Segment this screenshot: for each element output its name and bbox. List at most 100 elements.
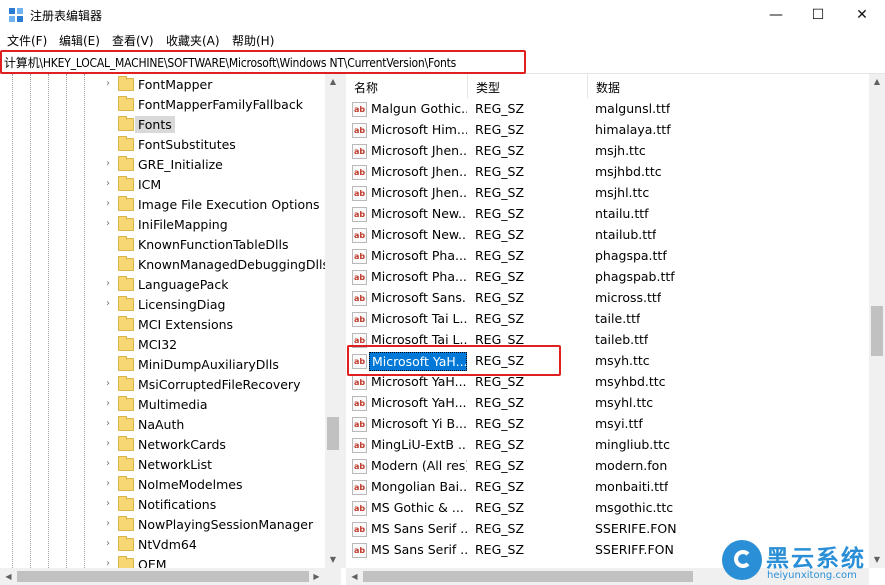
tree-item[interactable]: MCI Extensions xyxy=(0,315,341,335)
column-header-name[interactable]: 名称 xyxy=(346,74,468,98)
folder-icon xyxy=(118,156,134,171)
menu-help[interactable]: 帮助(H) xyxy=(232,32,274,49)
value-data: ntailub.ttf xyxy=(595,227,657,242)
tree-item-label: GRE_Initialize xyxy=(138,157,223,172)
registry-tree[interactable]: › FontMapper FontMapperFamilyFallback Fonts… xyxy=(0,74,341,568)
expand-chevron-icon[interactable]: › xyxy=(104,518,112,529)
tree-item[interactable]: › ICM xyxy=(0,175,341,195)
value-row[interactable]: ab Microsoft Him... REG_SZ himalaya.ttf xyxy=(346,120,869,141)
expand-chevron-icon[interactable]: › xyxy=(104,198,112,209)
scroll-left-arrow-icon[interactable]: ◀ xyxy=(0,568,17,585)
expand-chevron-icon[interactable]: › xyxy=(104,458,112,469)
value-row[interactable]: ab Microsoft New... REG_SZ ntailub.ttf xyxy=(346,225,869,246)
watermark-cn: 黑云系统 xyxy=(766,546,866,572)
tree-item[interactable]: FontSubstitutes xyxy=(0,135,341,155)
expand-chevron-icon[interactable]: › xyxy=(104,538,112,549)
scroll-right-arrow-icon[interactable]: ▶ xyxy=(308,568,325,585)
expand-chevron-icon[interactable]: › xyxy=(104,398,112,409)
value-type: REG_SZ xyxy=(475,122,525,137)
expand-chevron-icon[interactable]: › xyxy=(104,558,112,568)
expand-chevron-icon[interactable]: › xyxy=(104,158,112,169)
value-row[interactable]: ab Microsoft Pha... REG_SZ phagspa.ttf xyxy=(346,246,869,267)
tree-item[interactable]: MCI32 xyxy=(0,335,341,355)
selected-value-highlight-box xyxy=(347,345,561,376)
value-type: REG_SZ xyxy=(475,374,525,389)
value-data: taile.ttf xyxy=(595,311,641,326)
tree-item[interactable]: › Image File Execution Options xyxy=(0,195,341,215)
expand-chevron-icon[interactable]: › xyxy=(104,178,112,189)
tree-item[interactable]: › IniFileMapping xyxy=(0,215,341,235)
tree-item[interactable]: FontMapperFamilyFallback xyxy=(0,95,341,115)
menu-view[interactable]: 查看(V) xyxy=(112,32,154,49)
tree-item[interactable]: › NtVdm64 xyxy=(0,535,341,555)
expand-chevron-icon[interactable]: › xyxy=(104,218,112,229)
tree-item[interactable]: › OEM xyxy=(0,555,341,568)
menu-edit[interactable]: 编辑(E) xyxy=(59,32,100,49)
list-hscroll-thumb[interactable] xyxy=(363,571,693,582)
expand-chevron-icon[interactable]: › xyxy=(104,438,112,449)
tree-item[interactable]: › LicensingDiag xyxy=(0,295,341,315)
tree-item[interactable]: › NetworkList xyxy=(0,455,341,475)
folder-icon xyxy=(118,476,134,491)
tree-item[interactable]: › NaAuth xyxy=(0,415,341,435)
string-value-icon: ab xyxy=(352,291,367,306)
column-header-type[interactable]: 类型 xyxy=(468,74,588,98)
value-data: ntailu.ttf xyxy=(595,206,649,221)
scroll-left-arrow-icon[interactable]: ◀ xyxy=(346,568,363,585)
menu-file[interactable]: 文件(F) xyxy=(7,32,47,49)
tree-item[interactable]: › FontMapper xyxy=(0,75,341,95)
tree-hscroll-thumb[interactable] xyxy=(17,571,309,582)
value-row[interactable]: ab Microsoft New... REG_SZ ntailu.ttf xyxy=(346,204,869,225)
value-row[interactable]: ab Microsoft Jhen... REG_SZ msjhbd.ttc xyxy=(346,162,869,183)
tree-item[interactable]: › GRE_Initialize xyxy=(0,155,341,175)
column-header-data[interactable]: 数据 xyxy=(588,74,869,98)
value-row[interactable]: ab Modern (All res) REG_SZ modern.fon xyxy=(346,456,869,477)
expand-chevron-icon[interactable]: › xyxy=(104,298,112,309)
tree-item[interactable]: › LanguagePack xyxy=(0,275,341,295)
value-row[interactable]: ab Malgun Gothic... REG_SZ malgunsl.ttf xyxy=(346,99,869,120)
value-row[interactable]: ab Microsoft Jhen... REG_SZ msjhl.ttc xyxy=(346,183,869,204)
value-row[interactable]: ab Microsoft Jhen... REG_SZ msjh.ttc xyxy=(346,141,869,162)
minimize-button[interactable]: — xyxy=(753,0,799,30)
value-row[interactable]: ab MingLiU-ExtB ... REG_SZ mingliub.ttc xyxy=(346,435,869,456)
scroll-up-arrow-icon[interactable]: ▲ xyxy=(869,74,885,90)
tree-item[interactable]: KnownManagedDebuggingDlls xyxy=(0,255,341,275)
expand-chevron-icon[interactable]: › xyxy=(104,278,112,289)
folder-icon xyxy=(118,96,134,111)
value-row[interactable]: ab Microsoft Tai L... REG_SZ taile.ttf xyxy=(346,309,869,330)
tree-item-label: Multimedia xyxy=(138,397,208,412)
value-row[interactable]: ab Microsoft YaH... REG_SZ msyhl.ttc xyxy=(346,393,869,414)
expand-chevron-icon[interactable]: › xyxy=(104,78,112,89)
tree-item[interactable]: › NoImeModelmes xyxy=(0,475,341,495)
scroll-down-arrow-icon[interactable]: ▼ xyxy=(325,552,341,568)
value-row[interactable]: ab Microsoft Yi B... REG_SZ msyi.ttf xyxy=(346,414,869,435)
maximize-button[interactable]: ☐ xyxy=(795,0,841,30)
tree-vertical-scrollbar[interactable]: ▲ ▼ xyxy=(325,74,341,568)
tree-item[interactable]: KnownFunctionTableDlls xyxy=(0,235,341,255)
close-button[interactable]: ✕ xyxy=(839,0,885,30)
value-row[interactable]: ab Microsoft Pha... REG_SZ phagspab.ttf xyxy=(346,267,869,288)
expand-chevron-icon[interactable]: › xyxy=(104,478,112,489)
scroll-up-arrow-icon[interactable]: ▲ xyxy=(325,74,341,90)
tree-item[interactable]: MiniDumpAuxiliaryDlls xyxy=(0,355,341,375)
expand-chevron-icon[interactable]: › xyxy=(104,418,112,429)
value-row[interactable]: ab Mongolian Bai... REG_SZ monbaiti.ttf xyxy=(346,477,869,498)
tree-scroll-thumb[interactable] xyxy=(327,417,339,450)
expand-chevron-icon[interactable]: › xyxy=(104,378,112,389)
tree-item[interactable]: Fonts xyxy=(0,115,341,135)
tree-item[interactable]: › Notifications xyxy=(0,495,341,515)
expand-chevron-icon[interactable]: › xyxy=(104,498,112,509)
values-list[interactable]: 名称 类型 数据 ab Malgun Gothic... REG_SZ malguns… xyxy=(346,74,869,568)
string-value-icon: ab xyxy=(352,228,367,243)
menu-favorites[interactable]: 收藏夹(A) xyxy=(166,32,220,49)
tree-item[interactable]: › MsiCorruptedFileRecovery xyxy=(0,375,341,395)
string-value-icon: ab xyxy=(352,144,367,159)
value-row[interactable]: ab Microsoft Sans... REG_SZ micross.ttf xyxy=(346,288,869,309)
value-row[interactable]: ab MS Gothic & ... REG_SZ msgothic.ttc xyxy=(346,498,869,519)
tree-item[interactable]: › NowPlayingSessionManager xyxy=(0,515,341,535)
tree-item[interactable]: › Multimedia xyxy=(0,395,341,415)
list-vertical-scrollbar[interactable]: ▲ ▼ xyxy=(869,74,885,568)
tree-horizontal-scrollbar[interactable]: ◀ ▶ xyxy=(0,568,341,585)
list-scroll-thumb[interactable] xyxy=(871,306,883,356)
tree-item[interactable]: › NetworkCards xyxy=(0,435,341,455)
